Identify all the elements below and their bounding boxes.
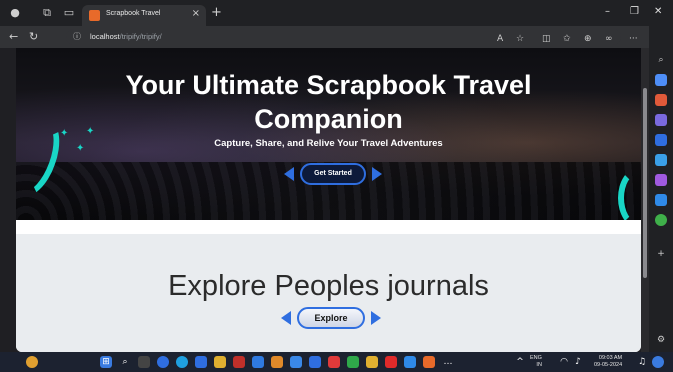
app-icon[interactable] [309, 356, 321, 368]
more-apps-icon[interactable]: … [442, 356, 454, 368]
more-options-icon[interactable]: ··· [629, 34, 638, 44]
shopping-icon[interactable] [655, 74, 667, 86]
taskbar-search-icon[interactable]: ⌕ [119, 356, 131, 368]
folder-icon[interactable] [366, 356, 378, 368]
read-aloud-icon[interactable]: A [497, 34, 503, 44]
url-text: localhost/tripify/tripify/ [90, 32, 162, 41]
tab-scrapbook-travel[interactable]: Scrapbook Travel × [82, 5, 206, 26]
hero-title: Your Ultimate Scrapbook Travel Companion [125, 70, 532, 134]
wifi-icon[interactable]: ◠ [558, 356, 570, 368]
maximize-button[interactable]: ❐ [630, 6, 639, 17]
drop-icon[interactable] [655, 214, 667, 226]
edge-icon[interactable] [176, 356, 188, 368]
add-sidebar-icon[interactable]: + [655, 248, 667, 260]
windows-taskbar: ⊞ ⌕ … ^ ENG IN ◠ ♪ 09:03 AM 09-05-2024 ♫ [0, 352, 673, 372]
edge-sidebar: ⌕ + ⚙ [649, 26, 673, 352]
tab-title: Scrapbook Travel [106, 10, 161, 17]
arrow-left-icon [281, 311, 291, 325]
minimize-button[interactable]: – [605, 6, 610, 17]
arrow-left-icon [284, 167, 294, 181]
arrow-right-icon [372, 167, 382, 181]
tray-chevron-icon[interactable]: ^ [514, 356, 526, 368]
tab-actions-icon[interactable]: ▭ [62, 6, 76, 20]
explore-button[interactable]: Explore [297, 307, 365, 329]
tools-icon[interactable] [655, 94, 667, 106]
workspaces-icon[interactable]: ⧉ [40, 6, 54, 20]
explore-title: Explore Peoples journals [168, 270, 489, 302]
favorite-star-icon[interactable]: ☆ [516, 34, 524, 44]
app-icon[interactable] [157, 356, 169, 368]
explore-section: Explore Peoples journals Explore [16, 234, 641, 352]
notification-bell-icon[interactable]: ♫ [636, 356, 648, 368]
volume-icon[interactable]: ♪ [572, 356, 584, 368]
refresh-icon[interactable]: ↻ [29, 30, 38, 43]
favorites-icon[interactable]: ✩ [563, 34, 571, 44]
outlook-icon[interactable] [655, 154, 667, 166]
close-window-button[interactable]: ✕ [654, 6, 662, 17]
page-viewport: ✦ ✦ ✦ Your Ultimate Scrapbook Travel Com… [16, 48, 641, 352]
designer-icon[interactable] [655, 174, 667, 186]
split-screen-icon[interactable]: ◫ [542, 34, 551, 44]
get-started-group: Get Started [284, 163, 382, 185]
games-icon[interactable] [655, 114, 667, 126]
close-tab-icon[interactable]: × [192, 8, 200, 19]
office-icon[interactable] [655, 134, 667, 146]
new-tab-button[interactable]: + [211, 5, 222, 20]
clock[interactable]: 09:03 AM 09-05-2024 [594, 355, 622, 369]
file-explorer-icon[interactable] [214, 356, 226, 368]
sidebar-settings-icon[interactable]: ⚙ [655, 334, 667, 346]
browser-tab-bar: ● ⧉ ▭ Scrapbook Travel × + – ❐ ✕ [0, 0, 673, 26]
profile-icon[interactable]: ● [8, 6, 22, 20]
address-bar-row: ← ↻ ⓘ localhost/tripify/tripify/ A ☆ ◫ ✩… [0, 26, 673, 48]
collections-icon[interactable]: ⊕ [584, 34, 592, 44]
app-icon[interactable] [423, 356, 435, 368]
app-icon[interactable] [328, 356, 340, 368]
task-view-icon[interactable] [138, 356, 150, 368]
url-field[interactable]: ⓘ localhost/tripify/tripify/ A ☆ ◫ ✩ ⊕ ∞… [66, 29, 638, 45]
scrollbar-thumb[interactable] [643, 88, 647, 278]
hero-subtitle: Capture, Share, and Relive Your Travel A… [214, 138, 443, 149]
site-favicon-icon [89, 10, 100, 21]
app-icon[interactable] [271, 356, 283, 368]
youtube-icon[interactable] [385, 356, 397, 368]
arrow-right-icon [371, 311, 381, 325]
whatsapp-icon[interactable] [347, 356, 359, 368]
copilot-icon[interactable] [652, 356, 664, 368]
app-icon[interactable] [252, 356, 264, 368]
app-icon[interactable] [233, 356, 245, 368]
get-started-button[interactable]: Get Started [300, 163, 366, 185]
telegram-icon[interactable] [655, 194, 667, 206]
language-indicator[interactable]: ENG IN [530, 355, 542, 369]
page-scrollbar[interactable] [641, 48, 649, 352]
site-info-icon[interactable]: ⓘ [73, 31, 81, 42]
back-arrow-icon[interactable]: ← [9, 30, 18, 43]
telegram-icon[interactable] [404, 356, 416, 368]
hero-section: ✦ ✦ ✦ Your Ultimate Scrapbook Travel Com… [16, 48, 641, 220]
search-icon[interactable]: ⌕ [655, 54, 667, 66]
start-icon[interactable]: ⊞ [100, 356, 112, 368]
app-icon[interactable] [195, 356, 207, 368]
chrome-icon[interactable] [290, 356, 302, 368]
copilot-icon[interactable]: ∞ [605, 34, 613, 44]
explore-group: Explore [281, 307, 381, 329]
widgets-icon[interactable] [26, 356, 38, 368]
